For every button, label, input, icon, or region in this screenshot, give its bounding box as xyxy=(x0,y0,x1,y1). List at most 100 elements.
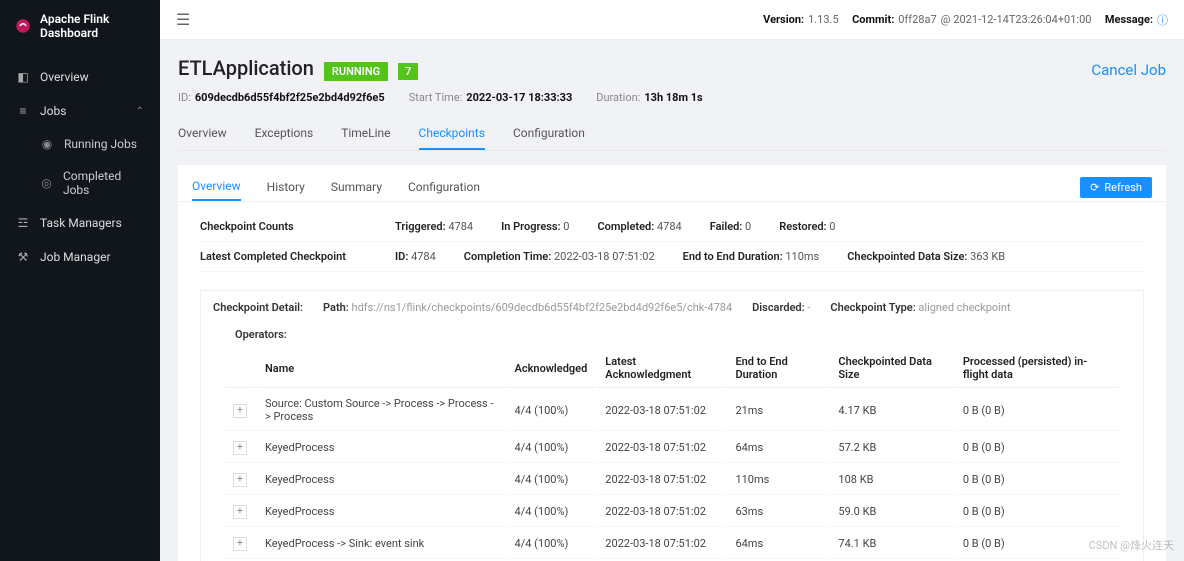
checkpoint-detail: Checkpoint Detail: Path: hdfs://ns1/flin… xyxy=(200,290,1144,561)
nav-running-jobs[interactable]: ◉ Running Jobs xyxy=(12,128,160,160)
expand-icon[interactable]: + xyxy=(233,404,247,418)
duration-value: 13h 18m 1s xyxy=(644,91,702,104)
nav-task-managers[interactable]: ☲ Task Managers xyxy=(0,206,160,240)
nav: ◧ Overview ≡ Jobs ⌃ ◉ Running Jobs ◎ Com… xyxy=(0,52,160,274)
cell-size: 4.17 KB xyxy=(830,390,952,431)
table-row: + KeyedProcess4/4 (100%)2022-03-18 07:51:… xyxy=(225,465,1119,495)
cell-pif: 0 B (0 B) xyxy=(955,433,1119,463)
tab-timeline[interactable]: TimeLine xyxy=(341,118,390,150)
table-row: + KeyedProcess4/4 (100%)2022-03-18 07:51:… xyxy=(225,433,1119,463)
nav-label: Running Jobs xyxy=(64,137,137,151)
cell-size: 59.0 KB xyxy=(830,497,952,527)
nav-label: Task Managers xyxy=(40,216,122,230)
cell-lack: 2022-03-18 07:51:02 xyxy=(597,390,725,431)
operators-table: Name Acknowledged Latest Acknowledgment … xyxy=(223,347,1121,561)
expand-icon[interactable]: + xyxy=(233,473,247,487)
nav-label: Jobs xyxy=(40,104,66,118)
cell-name: KeyedProcess xyxy=(257,433,505,463)
duration-label: Duration: xyxy=(596,91,640,104)
tab-configuration[interactable]: Configuration xyxy=(513,118,585,150)
sync-icon: ⟳ xyxy=(1090,181,1099,194)
expand-icon[interactable]: + xyxy=(233,537,247,551)
nav-completed-jobs[interactable]: ◎ Completed Jobs xyxy=(12,160,160,206)
subtab-summary[interactable]: Summary xyxy=(331,174,382,200)
checkpoint-subtabs: Overview History Summary Configuration ⟳… xyxy=(178,165,1166,202)
checkpoints-card: Overview History Summary Configuration ⟳… xyxy=(178,165,1166,561)
refresh-label: Refresh xyxy=(1104,181,1142,194)
cell-lack: 2022-03-18 07:51:02 xyxy=(597,465,725,495)
cell-e2e: 110ms xyxy=(727,465,828,495)
start-value: 2022-03-17 18:33:33 xyxy=(466,91,572,104)
subtab-configuration[interactable]: Configuration xyxy=(408,174,480,200)
job-title: ETLApplication xyxy=(178,56,314,80)
expand-icon[interactable]: + xyxy=(233,441,247,455)
cell-name: Source: Custom Source -> Process -> Proc… xyxy=(257,390,505,431)
cell-ack: 4/4 (100%) xyxy=(507,497,596,527)
nav-label: Job Manager xyxy=(40,250,111,264)
tab-exceptions[interactable]: Exceptions xyxy=(255,118,314,150)
cell-size: 74.1 KB xyxy=(830,529,952,559)
cell-name: KeyedProcess xyxy=(257,465,505,495)
commit-value: 0ff28a7 xyxy=(898,13,936,26)
job-meta: ID: 609decdb6d55f4bf2f25e2bd4d92f6e5 Star… xyxy=(178,91,1166,104)
nav-overview[interactable]: ◧ Overview xyxy=(0,60,160,94)
brand-text: Apache Flink Dashboard xyxy=(40,12,146,40)
cell-pif: 0 B (0 B) xyxy=(955,465,1119,495)
menu-fold-icon[interactable]: ☰ xyxy=(176,10,190,29)
expand-icon[interactable]: + xyxy=(233,505,247,519)
tab-overview[interactable]: Overview xyxy=(178,118,227,150)
job-id: 609decdb6d55f4bf2f25e2bd4d92f6e5 xyxy=(195,91,385,104)
nav-jobs[interactable]: ≡ Jobs ⌃ xyxy=(0,94,160,128)
cell-lack: 2022-03-18 07:51:02 xyxy=(597,433,725,463)
tab-checkpoints[interactable]: Checkpoints xyxy=(419,118,485,150)
sidebar: Apache Flink Dashboard ◧ Overview ≡ Jobs… xyxy=(0,0,160,561)
play-circle-icon: ◉ xyxy=(40,137,54,151)
cell-pif: 0 B (0 B) xyxy=(955,529,1119,559)
job-header: ETLApplication RUNNING 7 Cancel Job xyxy=(178,56,1166,81)
cell-ack: 4/4 (100%) xyxy=(507,465,596,495)
nav-job-manager[interactable]: ⚒ Job Manager xyxy=(0,240,160,274)
cell-ack: 4/4 (100%) xyxy=(507,390,596,431)
cancel-job-link[interactable]: Cancel Job xyxy=(1091,61,1166,79)
subtab-history[interactable]: History xyxy=(267,174,305,200)
build-icon: ⚒ xyxy=(16,250,30,264)
cell-pif: 0 B (0 B) xyxy=(955,497,1119,527)
main: ☰ Version: 1.13.5 Commit: 0ff28a7 @ 2021… xyxy=(160,0,1184,561)
topbar-info: Version: 1.13.5 Commit: 0ff28a7 @ 2021-1… xyxy=(763,12,1168,28)
nav-label: Overview xyxy=(40,70,89,84)
version-value: 1.13.5 xyxy=(808,13,839,26)
table-row: +KeyedProcess4/4 (100%)2022-03-18 07:51:… xyxy=(225,497,1119,527)
message-label: Message: xyxy=(1105,13,1153,26)
col-e2e: End to End Duration xyxy=(727,349,828,388)
status-badge: RUNNING xyxy=(324,62,388,81)
chevron-up-icon: ⌃ xyxy=(136,106,144,117)
content: ETLApplication RUNNING 7 Cancel Job ID: 6… xyxy=(160,40,1184,561)
topbar: ☰ Version: 1.13.5 Commit: 0ff28a7 @ 2021… xyxy=(160,0,1184,40)
operators-title: Operators: xyxy=(223,322,1121,347)
sliders-icon: ☲ xyxy=(16,216,30,230)
check-circle-icon: ◎ xyxy=(40,176,53,190)
id-label: ID: xyxy=(178,91,191,104)
table-row: +KeyedProcess -> Sink: event sink4/4 (10… xyxy=(225,529,1119,559)
cell-lack: 2022-03-18 07:51:02 xyxy=(597,529,725,559)
logo: Apache Flink Dashboard xyxy=(0,0,160,52)
start-label: Start Time: xyxy=(409,91,463,104)
col-lack: Latest Acknowledgment xyxy=(597,349,725,388)
cell-name: KeyedProcess -> Sink: event sink xyxy=(257,529,505,559)
bars-icon: ≡ xyxy=(16,104,30,118)
col-ack: Acknowledged xyxy=(507,349,596,388)
version-label: Version: xyxy=(763,13,804,26)
nav-label: Completed Jobs xyxy=(63,169,144,197)
flink-logo-icon xyxy=(14,17,32,35)
cell-name: KeyedProcess xyxy=(257,497,505,527)
subtab-overview[interactable]: Overview xyxy=(192,173,241,201)
counts-label: Checkpoint Counts xyxy=(200,220,395,233)
cell-ack: 4/4 (100%) xyxy=(507,433,596,463)
dashboard-icon: ◧ xyxy=(16,70,30,84)
cell-e2e: 21ms xyxy=(727,390,828,431)
refresh-button[interactable]: ⟳ Refresh xyxy=(1080,177,1152,198)
operators-section: Operators: Name Acknowledged Latest Ackn… xyxy=(223,322,1121,561)
count-badge: 7 xyxy=(398,63,418,80)
col-name: Name xyxy=(257,349,505,388)
info-circle-icon[interactable]: ⓘ xyxy=(1157,12,1168,28)
